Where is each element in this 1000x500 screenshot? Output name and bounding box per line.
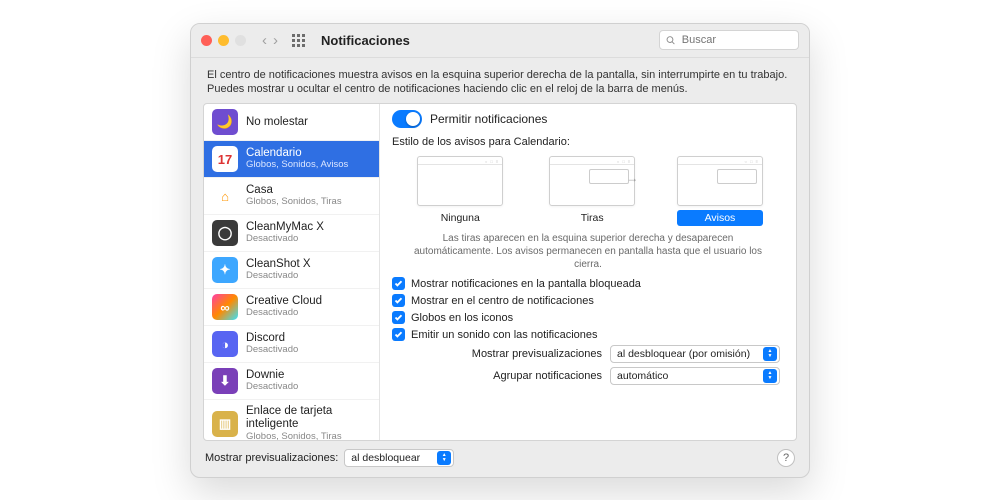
sidebar-item-sub: Desactivado xyxy=(246,271,311,282)
group-select-row: Agrupar notificaciones automático ▲▼ xyxy=(392,367,780,385)
check-center[interactable]: Mostrar en el centro de notificaciones xyxy=(392,294,784,307)
style-banners[interactable]: ○ □ ≡→ Tiras xyxy=(549,156,635,226)
sidebar-item[interactable]: 🌙 No molestar xyxy=(204,104,379,141)
app-icon: ⬇ xyxy=(212,368,238,394)
sidebar-item-sub: Globos, Sonidos, Tiras xyxy=(246,197,342,208)
checkbox-icon xyxy=(392,311,405,324)
app-icon: ◑ xyxy=(212,331,238,357)
app-icon: 🌙 xyxy=(212,109,238,135)
preferences-window: ‹ › Notificaciones El centro de notifica… xyxy=(190,23,810,478)
footer: Mostrar previsualizaciones: al desbloque… xyxy=(191,445,809,477)
nav-buttons: ‹ › xyxy=(262,32,278,49)
sidebar-item[interactable]: ✦CleanShot XDesactivado xyxy=(204,252,379,289)
sidebar-item-sub: Globos, Sonidos, Avisos xyxy=(246,160,348,171)
check-lockscreen[interactable]: Mostrar notificaciones en la pantalla bl… xyxy=(392,277,784,290)
search-field[interactable] xyxy=(659,30,799,50)
sidebar-item-label: No molestar xyxy=(246,116,308,129)
sidebar-item[interactable]: ◑DiscordDesactivado xyxy=(204,326,379,363)
search-icon xyxy=(666,35,676,46)
app-icon: ▥ xyxy=(212,411,238,437)
sidebar-item[interactable]: ⬇DownieDesactivado xyxy=(204,363,379,400)
app-icon: ⌂ xyxy=(212,183,238,209)
style-alerts[interactable]: ○ □ ≡ Avisos xyxy=(677,156,764,226)
detail-panel: Permitir notificaciones Estilo de los av… xyxy=(380,104,796,439)
sidebar-item[interactable]: ◯CleanMyMac XDesactivado xyxy=(204,215,379,252)
alert-styles: ○ □ ≡ Ninguna ○ □ ≡→ Tiras ○ □ ≡ Avisos xyxy=(392,156,784,226)
help-button[interactable]: ? xyxy=(777,449,795,467)
window-title: Notificaciones xyxy=(321,33,410,48)
sidebar-item-sub: Desactivado xyxy=(246,234,324,245)
app-icon: ◯ xyxy=(212,220,238,246)
content-panel: 🌙 No molestar 17CalendarioGlobos, Sonidos,… xyxy=(203,103,797,440)
checkbox-icon xyxy=(392,277,405,290)
preview-select-row: Mostrar previsualizaciones al desbloquea… xyxy=(392,345,780,363)
sidebar-item-sub: Globos, Sonidos, Tiras xyxy=(246,432,371,440)
style-none[interactable]: ○ □ ≡ Ninguna xyxy=(413,156,508,226)
sidebar-item-label: Enlace de tarjeta inteligente xyxy=(246,405,371,431)
sidebar-item[interactable]: ▥ Enlace de tarjeta inteligenteGlobos, So… xyxy=(204,400,379,439)
description-text: El centro de notificaciones muestra avis… xyxy=(191,58,809,102)
style-hint: Las tiras aparecen en la esquina superio… xyxy=(392,232,784,271)
allow-label: Permitir notificaciones xyxy=(430,112,547,126)
search-input[interactable] xyxy=(680,33,792,47)
minimize-button[interactable] xyxy=(218,35,229,46)
sidebar-item-sub: Desactivado xyxy=(246,382,298,393)
sidebar-item[interactable]: 17CalendarioGlobos, Sonidos, Avisos xyxy=(204,141,379,178)
allow-toggle[interactable] xyxy=(392,110,422,128)
app-icon: 17 xyxy=(212,146,238,172)
allow-row: Permitir notificaciones xyxy=(392,110,784,128)
preview-select[interactable]: al desbloquear (por omisión) ▲▼ xyxy=(610,345,780,363)
forward-button[interactable]: › xyxy=(273,32,278,49)
sidebar-item[interactable]: ⌂CasaGlobos, Sonidos, Tiras xyxy=(204,178,379,215)
all-prefs-icon[interactable] xyxy=(292,34,305,47)
back-button[interactable]: ‹ xyxy=(262,32,267,49)
sidebar-item-sub: Desactivado xyxy=(246,345,298,356)
footer-label: Mostrar previsualizaciones: xyxy=(205,452,338,464)
footer-select[interactable]: al desbloquear ▲▼ xyxy=(344,449,454,467)
check-sound[interactable]: Emitir un sonido con las notificaciones xyxy=(392,328,784,341)
checkbox-icon xyxy=(392,294,405,307)
app-icon: ✦ xyxy=(212,257,238,283)
traffic-lights xyxy=(201,35,246,46)
chevron-updown-icon: ▲▼ xyxy=(763,369,777,383)
check-badge[interactable]: Globos en los iconos xyxy=(392,311,784,324)
app-icon: ∞ xyxy=(212,294,238,320)
maximize-button[interactable] xyxy=(235,35,246,46)
checkbox-icon xyxy=(392,328,405,341)
chevron-updown-icon: ▲▼ xyxy=(437,451,451,465)
alert-style-title: Estilo de los avisos para Calendario: xyxy=(392,136,784,148)
titlebar: ‹ › Notificaciones xyxy=(191,24,809,58)
chevron-updown-icon: ▲▼ xyxy=(763,347,777,361)
group-select[interactable]: automático ▲▼ xyxy=(610,367,780,385)
app-sidebar[interactable]: 🌙 No molestar 17CalendarioGlobos, Sonidos,… xyxy=(204,104,380,439)
close-button[interactable] xyxy=(201,35,212,46)
sidebar-item[interactable]: ∞Creative CloudDesactivado xyxy=(204,289,379,326)
sidebar-item-sub: Desactivado xyxy=(246,308,322,319)
